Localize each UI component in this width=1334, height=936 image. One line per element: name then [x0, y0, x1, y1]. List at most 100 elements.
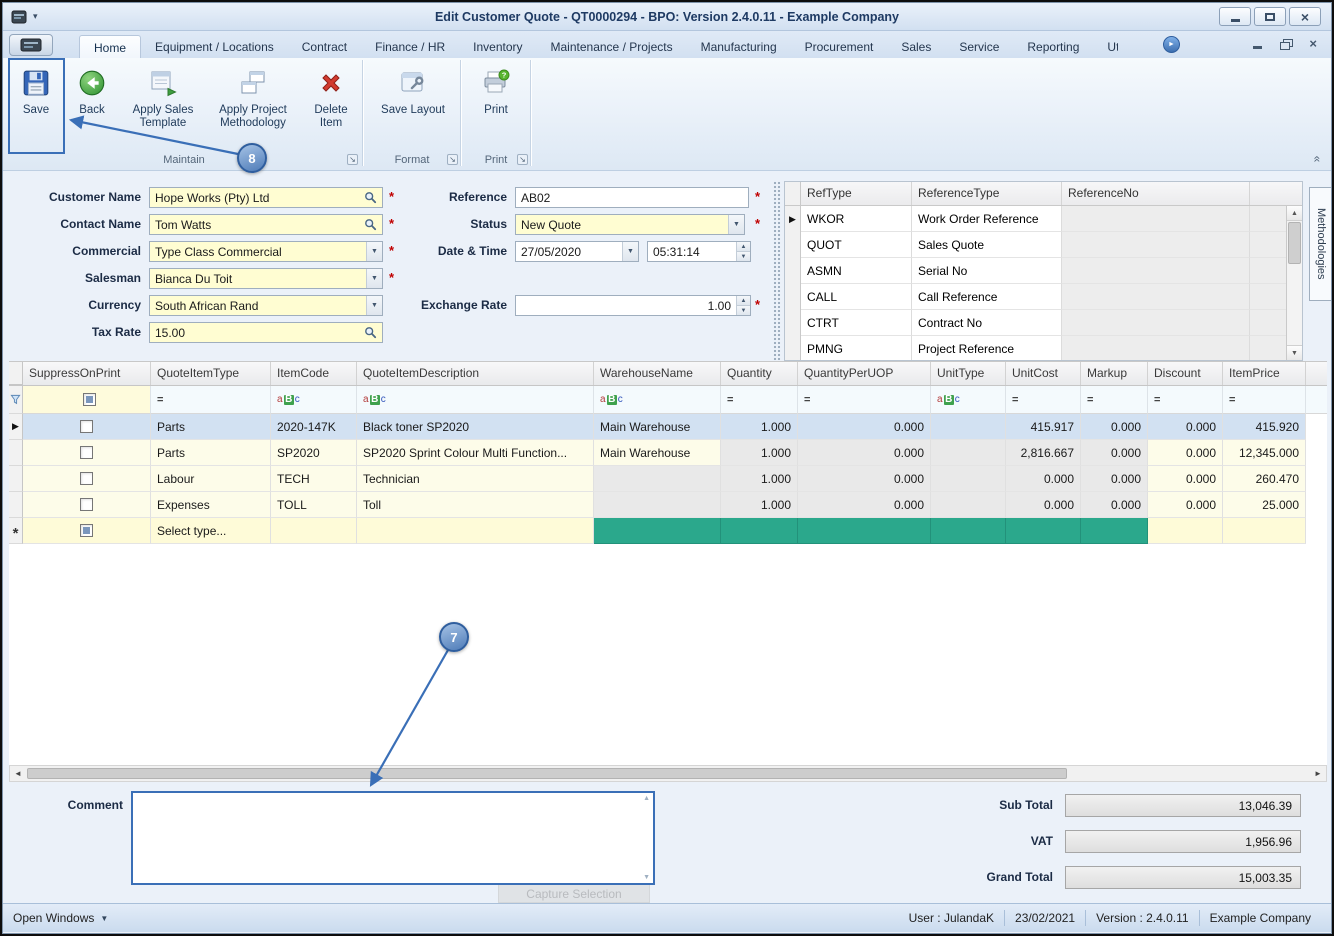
reference-field[interactable]: AB02	[515, 187, 749, 208]
ribbon-tab-contract[interactable]: Contract	[288, 35, 361, 58]
filter-cell-warehousename[interactable]: aBc	[594, 386, 721, 414]
filter-cell-itemprice[interactable]: =	[1223, 386, 1306, 414]
save-layout-button[interactable]: Save Layout	[371, 62, 455, 150]
reference-row-ctrt[interactable]: CTRT Contract No	[785, 310, 1302, 336]
cell-markup[interactable]: 0.000	[1081, 440, 1148, 466]
cell-item-price[interactable]: 415.920	[1223, 414, 1306, 440]
cell-quantity-per-uop[interactable]: 0.000	[798, 440, 931, 466]
cell-quote-item-description[interactable]: Toll	[357, 492, 594, 518]
cell-referenceno[interactable]	[1062, 310, 1250, 336]
cell-quantity[interactable]	[721, 518, 798, 544]
lookup-magnifier-icon[interactable]	[364, 218, 377, 231]
grid-horizontal-scrollbar[interactable]: ◄ ►	[9, 765, 1327, 782]
spin-up-icon[interactable]: ▲	[737, 296, 750, 305]
ribbon-tab-sales[interactable]: Sales	[887, 35, 945, 58]
date-field[interactable]: 27/05/2020 ▼	[515, 241, 639, 262]
salesman-combo[interactable]: Bianca Du Toit ▼	[149, 268, 383, 289]
ribbon-tab-maintenance-projects[interactable]: Maintenance / Projects	[537, 35, 687, 58]
form-splitter-handle[interactable]	[773, 181, 781, 361]
cell-reftype[interactable]: CALL	[801, 284, 912, 310]
suppress-on-print-checkbox[interactable]	[80, 472, 93, 485]
cell-quote-item-type[interactable]: Select type...	[151, 518, 271, 544]
lookup-magnifier-icon[interactable]	[364, 191, 377, 204]
cell-referencetype[interactable]: Serial No	[912, 258, 1062, 284]
cell-referencetype[interactable]: Sales Quote	[912, 232, 1062, 258]
cell-markup[interactable]: 0.000	[1081, 492, 1148, 518]
cell-unit-type[interactable]	[931, 414, 1006, 440]
filter-cell-quantity[interactable]: =	[721, 386, 798, 414]
cell-referencetype[interactable]: Project Reference	[912, 336, 1062, 360]
cell-quantity-per-uop[interactable]: 0.000	[798, 466, 931, 492]
cell-quote-item-type[interactable]: Parts	[151, 414, 271, 440]
exchange-rate-spinner[interactable]: ▲ ▼	[736, 296, 750, 315]
back-button[interactable]: Back	[67, 62, 117, 150]
time-field[interactable]: 05:31:14 ▲ ▼	[647, 241, 751, 262]
cell-unit-cost[interactable]: 2,816.667	[1006, 440, 1081, 466]
commercial-combo[interactable]: Type Class Commercial ▼	[149, 241, 383, 262]
cell-quote-item-type[interactable]: Parts	[151, 440, 271, 466]
exchange-rate-field[interactable]: 1.00 ▲ ▼	[515, 295, 751, 316]
cell-discount[interactable]: 0.000	[1148, 414, 1223, 440]
reference-row-wkor[interactable]: ▶ WKOR Work Order Reference	[785, 206, 1302, 232]
cell-referenceno[interactable]	[1062, 284, 1250, 310]
cell-reftype[interactable]: CTRT	[801, 310, 912, 336]
apply-project-methodology-button[interactable]: Apply Project Methodology	[207, 62, 299, 150]
cell-unit-type[interactable]	[931, 440, 1006, 466]
column-header-itemcode[interactable]: ItemCode	[271, 362, 357, 385]
reference-row-quot[interactable]: QUOT Sales Quote	[785, 232, 1302, 258]
print-button[interactable]: ? Print	[467, 62, 525, 150]
delete-item-button[interactable]: Delete Item	[303, 62, 359, 150]
cell-referenceno[interactable]	[1062, 232, 1250, 258]
column-header-unittype[interactable]: UnitType	[931, 362, 1006, 385]
cell-quantity-per-uop[interactable]	[798, 518, 931, 544]
filter-cell-unitcost[interactable]: =	[1006, 386, 1081, 414]
scroll-up-icon[interactable]: ▲	[1287, 206, 1302, 221]
column-header-unitcost[interactable]: UnitCost	[1006, 362, 1081, 385]
filter-cell-unittype[interactable]: aBc	[931, 386, 1006, 414]
spin-up-icon[interactable]: ▲	[737, 242, 750, 251]
ribbon-tab-home[interactable]: Home	[79, 35, 142, 58]
column-header-quantityperuop[interactable]: QuantityPerUOP	[798, 362, 931, 385]
cell-item-code[interactable]	[271, 518, 357, 544]
cell-item-price[interactable]: 260.470	[1223, 466, 1306, 492]
cell-markup[interactable]: 0.000	[1081, 466, 1148, 492]
cell-warehouse-name[interactable]: Main Warehouse	[594, 414, 721, 440]
cell-quantity[interactable]: 1.000	[721, 414, 798, 440]
scrollbar-thumb[interactable]	[1288, 222, 1301, 264]
filter-cell-quoteitemtype[interactable]: =	[151, 386, 271, 414]
new-item-row[interactable]: * Select type...	[9, 518, 1327, 544]
dropdown-arrow-icon[interactable]: ▼	[366, 269, 382, 288]
cell-quantity[interactable]: 1.000	[721, 492, 798, 518]
cell-unit-cost[interactable]	[1006, 518, 1081, 544]
ribbon-tab-utilities[interactable]: Utilities	[1093, 35, 1118, 58]
ribbon-scroll-button[interactable]: ►	[1163, 36, 1180, 53]
ribbon-tab-reporting[interactable]: Reporting	[1013, 35, 1093, 58]
cell-referenceno[interactable]	[1062, 258, 1250, 284]
spin-down-icon[interactable]: ▼	[737, 305, 750, 315]
cell-discount[interactable]: 0.000	[1148, 440, 1223, 466]
cell-markup[interactable]	[1081, 518, 1148, 544]
cell-suppress-on-print[interactable]	[23, 492, 151, 518]
time-spinner[interactable]: ▲ ▼	[736, 242, 750, 261]
format-dialog-launcher-icon[interactable]: ↘	[447, 154, 458, 165]
open-windows-button[interactable]: Open Windows ▼	[13, 911, 108, 925]
cell-item-price[interactable]: 25.000	[1223, 492, 1306, 518]
column-header-reftype[interactable]: RefType	[801, 182, 912, 205]
cell-discount[interactable]: 0.000	[1148, 492, 1223, 518]
cell-discount[interactable]: 0.000	[1148, 466, 1223, 492]
cell-referencetype[interactable]: Contract No	[912, 310, 1062, 336]
status-combo[interactable]: New Quote ▼	[515, 214, 745, 235]
close-button[interactable]: ×	[1289, 7, 1321, 26]
column-header-quoteitemtype[interactable]: QuoteItemType	[151, 362, 271, 385]
cell-quote-item-type[interactable]: Expenses	[151, 492, 271, 518]
column-header-quoteitemdescription[interactable]: QuoteItemDescription	[357, 362, 594, 385]
cell-quote-item-description[interactable]	[357, 518, 594, 544]
cell-referenceno[interactable]	[1062, 206, 1250, 232]
cell-unit-type[interactable]	[931, 492, 1006, 518]
cell-item-code[interactable]: TOLL	[271, 492, 357, 518]
scroll-right-icon[interactable]: ►	[1310, 766, 1326, 781]
cell-quote-item-description[interactable]: Technician	[357, 466, 594, 492]
suppress-on-print-checkbox[interactable]	[80, 420, 93, 433]
column-header-markup[interactable]: Markup	[1081, 362, 1148, 385]
cell-warehouse-name[interactable]	[594, 518, 721, 544]
